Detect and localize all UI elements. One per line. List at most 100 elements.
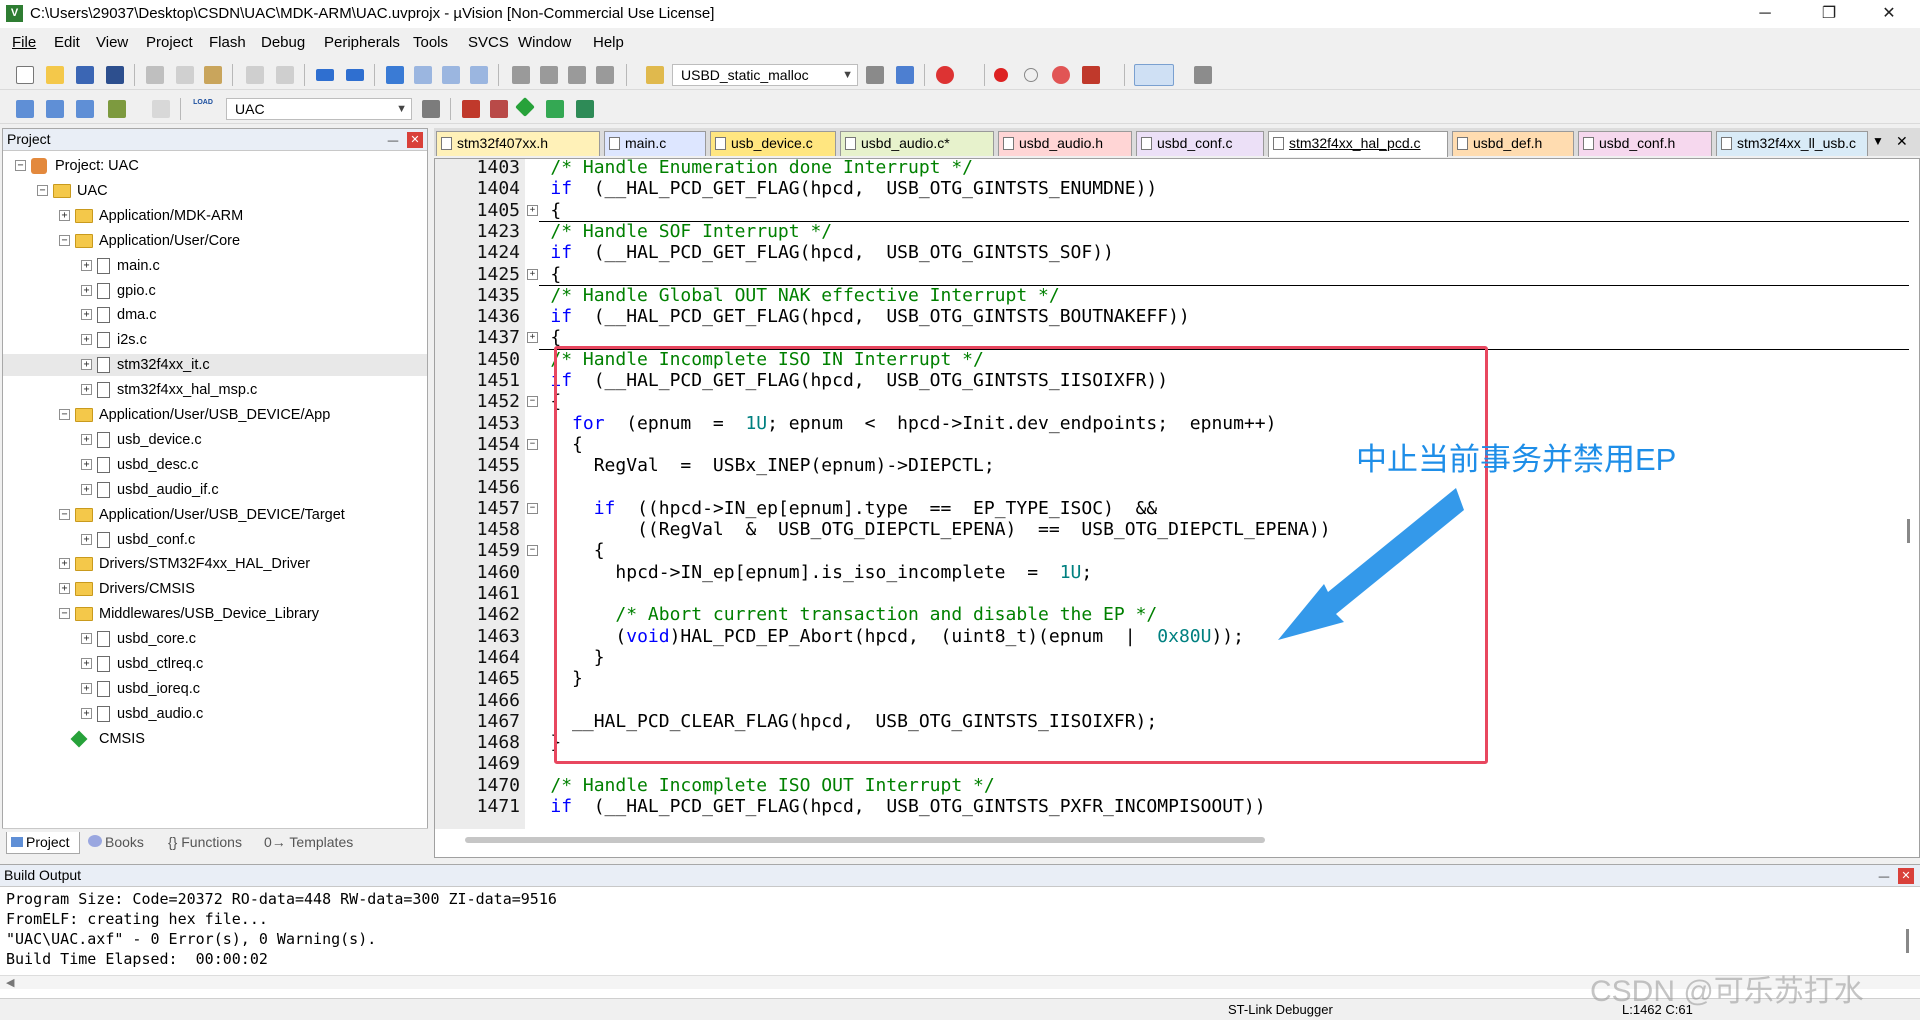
fold-collapse-icon[interactable]: − — [527, 438, 538, 450]
vertical-scroll-thumb[interactable] — [1907, 519, 1910, 543]
batch-build-icon[interactable] — [108, 100, 126, 118]
maximize-button[interactable]: ❐ — [1806, 0, 1852, 28]
code-line[interactable]: if (__HAL_PCD_GET_FLAG(hpcd, USB_OTG_GIN… — [550, 242, 1114, 263]
indent-icon[interactable] — [512, 66, 530, 84]
breakpoint-icon[interactable] — [994, 68, 1008, 82]
expand-icon[interactable]: + — [81, 259, 92, 271]
tree-folder-item[interactable]: − UAC — [3, 180, 427, 202]
code-line[interactable]: /* Handle SOF Interrupt */ — [550, 221, 832, 242]
uncomment-icon[interactable] — [596, 66, 614, 84]
expand-icon[interactable]: + — [81, 533, 92, 545]
expand-icon[interactable]: + — [81, 284, 92, 296]
expand-icon[interactable]: + — [59, 558, 70, 570]
tree-folder-item[interactable]: − Project: UAC — [3, 155, 427, 177]
prev-bookmark-icon[interactable] — [414, 66, 432, 84]
expand-icon[interactable]: + — [81, 359, 92, 371]
code-line[interactable]: if (__HAL_PCD_GET_FLAG(hpcd, USB_OTG_GIN… — [550, 306, 1189, 327]
kill-breakpoints-icon[interactable] — [1082, 66, 1100, 84]
find-replace-icon[interactable] — [896, 66, 914, 84]
expand-icon[interactable]: + — [81, 384, 92, 396]
pin-icon[interactable]: ᅳ — [1878, 867, 1890, 886]
clear-bookmarks-icon[interactable] — [470, 66, 488, 84]
pack-installer-icon[interactable] — [515, 97, 535, 117]
tree-file-item[interactable]: + main.c — [3, 255, 427, 277]
tree-file-item[interactable]: + usbd_ctlreq.c — [3, 653, 427, 675]
tree-folder-item[interactable]: − Application/User/Core — [3, 230, 427, 252]
manage-project-icon[interactable] — [462, 100, 480, 118]
tree-file-item[interactable]: + i2s.c — [3, 329, 427, 351]
nav-back-icon[interactable] — [316, 69, 334, 81]
tab-project[interactable]: Project — [6, 832, 80, 854]
editor-tab[interactable]: usbd_audio.c* — [840, 131, 994, 156]
new-file-icon[interactable] — [16, 66, 34, 84]
editor-tab[interactable]: usbd_audio.h — [998, 131, 1132, 156]
code-line[interactable]: { — [550, 264, 561, 285]
expand-icon[interactable]: + — [81, 658, 92, 669]
tree-folder-item[interactable]: + Drivers/CMSIS — [3, 578, 427, 600]
collapse-icon[interactable]: − — [59, 234, 70, 246]
menu-project[interactable]: Project — [146, 34, 193, 51]
build-vertical-scroll-thumb[interactable] — [1906, 929, 1909, 953]
editor-tab[interactable]: usbd_def.h — [1452, 131, 1574, 156]
close-button[interactable]: ✕ — [1866, 0, 1912, 28]
open-folder-icon[interactable] — [46, 66, 64, 84]
collapse-icon[interactable]: − — [15, 160, 26, 171]
collapse-icon[interactable]: − — [59, 508, 70, 520]
code-line[interactable]: /* Handle Incomplete ISO OUT Interrupt *… — [550, 775, 994, 796]
target-select[interactable]: UAC ▼ — [226, 98, 412, 120]
tree-file-item[interactable]: + stm32f4xx_hal_msp.c — [3, 379, 427, 401]
disable-breakpoint-icon[interactable] — [1024, 68, 1038, 82]
expand-icon[interactable]: + — [81, 682, 92, 694]
file-extensions-icon[interactable] — [490, 100, 508, 118]
unindent-icon[interactable] — [540, 66, 558, 84]
code-line[interactable]: /* Handle Enumeration done Interrupt */ — [550, 159, 973, 178]
menu-help[interactable]: Help — [593, 34, 624, 51]
expand-icon[interactable]: + — [81, 633, 92, 645]
horizontal-scrollbar[interactable] — [465, 837, 1265, 843]
collapse-icon[interactable]: − — [37, 184, 48, 196]
menu-view[interactable]: View — [96, 34, 128, 51]
comment-icon[interactable] — [568, 66, 586, 84]
tree-file-item[interactable]: + usbd_ioreq.c — [3, 678, 427, 700]
copy-icon[interactable] — [176, 66, 194, 84]
collapse-icon[interactable]: − — [59, 608, 70, 620]
nav-forward-icon[interactable] — [346, 69, 364, 81]
tree-file-item[interactable]: + usbd_core.c — [3, 628, 427, 650]
next-bookmark-icon[interactable] — [442, 66, 460, 84]
expand-icon[interactable]: + — [59, 209, 70, 221]
tree-file-item[interactable]: + usb_device.c — [3, 429, 427, 451]
editor-tab[interactable]: stm32f4xx_ll_usb.c — [1716, 131, 1868, 156]
tree-file-item[interactable]: + usbd_desc.c — [3, 454, 427, 476]
fold-collapse-icon[interactable]: − — [527, 545, 538, 557]
close-tab-icon[interactable]: ✕ — [1896, 133, 1908, 150]
save-icon[interactable] — [76, 66, 94, 84]
expand-icon[interactable]: + — [81, 309, 92, 321]
pin-icon[interactable]: ᅳ — [387, 131, 399, 150]
editor-tab[interactable]: main.c — [604, 131, 706, 156]
code-line[interactable]: if (__HAL_PCD_GET_FLAG(hpcd, USB_OTG_GIN… — [550, 178, 1157, 199]
expand-icon[interactable]: + — [81, 707, 92, 719]
scroll-left-icon[interactable]: ◀ — [6, 976, 14, 989]
manage-rte-icon[interactable] — [576, 100, 594, 118]
editor-tab[interactable]: usb_device.c — [710, 131, 836, 156]
tree-file-item[interactable]: + usbd_conf.c — [3, 529, 427, 551]
menu-peripherals[interactable]: Peripherals — [324, 34, 400, 51]
menu-window[interactable]: Window — [518, 34, 571, 51]
tree-folder-item[interactable]: + Drivers/STM32F4xx_HAL_Driver — [3, 553, 427, 575]
fold-expand-icon[interactable]: + — [527, 332, 538, 344]
code-line[interactable]: if (__HAL_PCD_GET_FLAG(hpcd, USB_OTG_GIN… — [550, 796, 1265, 817]
paste-icon[interactable] — [204, 66, 222, 84]
tab-functions[interactable]: {} Functions — [168, 832, 242, 854]
menu-flash[interactable]: Flash — [209, 34, 246, 51]
window-layout-icon[interactable] — [1134, 64, 1174, 86]
tree-file-item[interactable]: + dma.c — [3, 304, 427, 326]
find-combo[interactable]: USBD_static_malloc ▼ — [672, 64, 858, 86]
tree-file-item[interactable]: + usbd_audio_if.c — [3, 479, 427, 501]
close-icon[interactable]: ✕ — [1898, 868, 1914, 884]
expand-icon[interactable]: + — [81, 483, 92, 495]
menu-tools[interactable]: Tools — [413, 34, 448, 51]
expand-icon[interactable]: + — [81, 458, 92, 470]
stop-build-icon[interactable] — [152, 100, 170, 118]
tree-file-item[interactable]: + usbd_audio.c — [3, 703, 427, 725]
menu-debug[interactable]: Debug — [261, 34, 305, 51]
